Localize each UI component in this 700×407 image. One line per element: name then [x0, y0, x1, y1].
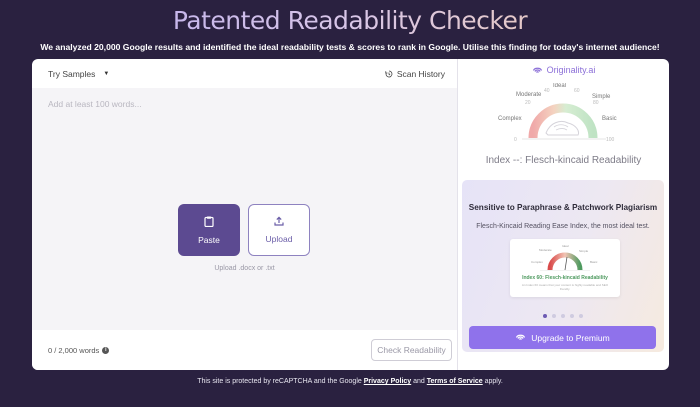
- promo-description: Flesch-Kincaid Reading Ease Index, the m…: [476, 223, 650, 230]
- gauge-tick-20: 20: [525, 100, 531, 106]
- brand-name: Originality.ai: [546, 65, 596, 75]
- main-card: Try Samples ▼ Scan History Add at least …: [32, 59, 669, 370]
- upload-button[interactable]: Upload: [248, 204, 310, 256]
- editor-panel: Try Samples ▼ Scan History Add at least …: [32, 59, 457, 370]
- footer-text-before: This site is protected by reCAPTCHA and …: [197, 378, 364, 385]
- carousel-dots: [462, 314, 664, 318]
- originality-logo-icon: [516, 334, 526, 340]
- carousel-dot[interactable]: [579, 314, 583, 318]
- carousel-dot[interactable]: [570, 314, 574, 318]
- privacy-policy-link[interactable]: Privacy Policy: [364, 378, 411, 385]
- gauge-tick-100: 100: [606, 137, 615, 143]
- upload-icon: [274, 216, 284, 226]
- gauge-label-complex: Complex: [498, 116, 522, 122]
- terms-of-service-link[interactable]: Terms of Service: [427, 378, 483, 385]
- info-icon[interactable]: i: [102, 347, 110, 354]
- scan-history-label: Scan History: [396, 69, 445, 79]
- gauge-tick-60: 60: [574, 88, 580, 94]
- text-input-area[interactable]: Add at least 100 words... Paste Upload U…: [32, 88, 457, 330]
- mini-label-ideal: Ideal: [562, 244, 569, 248]
- gauge-tick-0: 0: [514, 137, 517, 143]
- brand[interactable]: Originality.ai: [458, 65, 669, 75]
- gauge-label-simple: Simple: [592, 94, 611, 100]
- mini-card-title: Index 60: Flesch-kincaid Readability: [522, 275, 608, 281]
- upgrade-button[interactable]: Upgrade to Premium: [469, 326, 656, 349]
- gauge-label-moderate: Moderate: [516, 92, 542, 98]
- scan-history-button[interactable]: Scan History: [385, 69, 445, 79]
- mini-label-basic: Basic: [590, 260, 598, 264]
- mini-label-complex: Complex: [531, 260, 543, 264]
- originality-logo-icon: [532, 67, 542, 73]
- footer-text-after: apply.: [482, 378, 503, 385]
- word-count-text: 0 / 2,000 words: [48, 346, 100, 355]
- promo-card: Sensitive to Paraphrase & Patchwork Plag…: [462, 180, 664, 352]
- index-label: Index --: Flesch-kincaid Readability: [485, 155, 642, 166]
- editor-placeholder: Add at least 100 words...: [48, 99, 142, 109]
- promo-title: Sensitive to Paraphrase & Patchwork Plag…: [468, 203, 658, 212]
- gauge-tick-80: 80: [593, 100, 599, 106]
- footer-text-mid: and: [411, 378, 427, 385]
- results-panel: Originality.ai 0 20 40 60 80 100 Ideal M…: [458, 59, 669, 370]
- carousel-dot[interactable]: [543, 314, 547, 318]
- word-count: 0 / 2,000 words i: [48, 346, 110, 355]
- mini-label-simple: Simple: [579, 249, 589, 253]
- page-title: Patented Readability Checker: [0, 6, 700, 35]
- footer: This site is protected by reCAPTCHA and …: [0, 378, 700, 385]
- carousel-dot[interactable]: [552, 314, 556, 318]
- upload-hint: Upload .docx or .txt: [214, 265, 275, 272]
- mini-label-moderate: Moderate: [539, 248, 552, 252]
- carousel-dot[interactable]: [561, 314, 565, 318]
- gauge-label-ideal: Ideal: [553, 83, 566, 89]
- paste-label: Paste: [198, 234, 220, 245]
- try-samples-dropdown[interactable]: Try Samples ▼: [48, 69, 109, 79]
- readability-gauge: 0 20 40 60 80 100 Ideal Moderate Simple …: [498, 83, 617, 143]
- upgrade-label: Upgrade to Premium: [531, 332, 610, 343]
- paste-button[interactable]: Paste: [178, 204, 240, 256]
- editor-footer: 0 / 2,000 words i Check Readability: [32, 330, 457, 370]
- page-subtitle: We analyzed 20,000 Google results and id…: [40, 42, 660, 52]
- history-icon: [385, 70, 393, 78]
- caret-down-icon: ▼: [103, 71, 110, 77]
- check-readability-button[interactable]: Check Readability: [371, 339, 452, 361]
- mini-card-description: An Index 60 means that your content is h…: [521, 283, 609, 291]
- gauge-label-basic: Basic: [602, 116, 617, 122]
- clipboard-icon: [204, 216, 214, 227]
- upload-label: Upload: [265, 234, 293, 244]
- promo-preview-card: Ideal Moderate Simple Complex Basic Inde…: [510, 239, 620, 297]
- gauge-tick-40: 40: [544, 88, 550, 94]
- try-samples-label: Try Samples: [48, 69, 96, 79]
- editor-toolbar: Try Samples ▼ Scan History: [32, 59, 457, 88]
